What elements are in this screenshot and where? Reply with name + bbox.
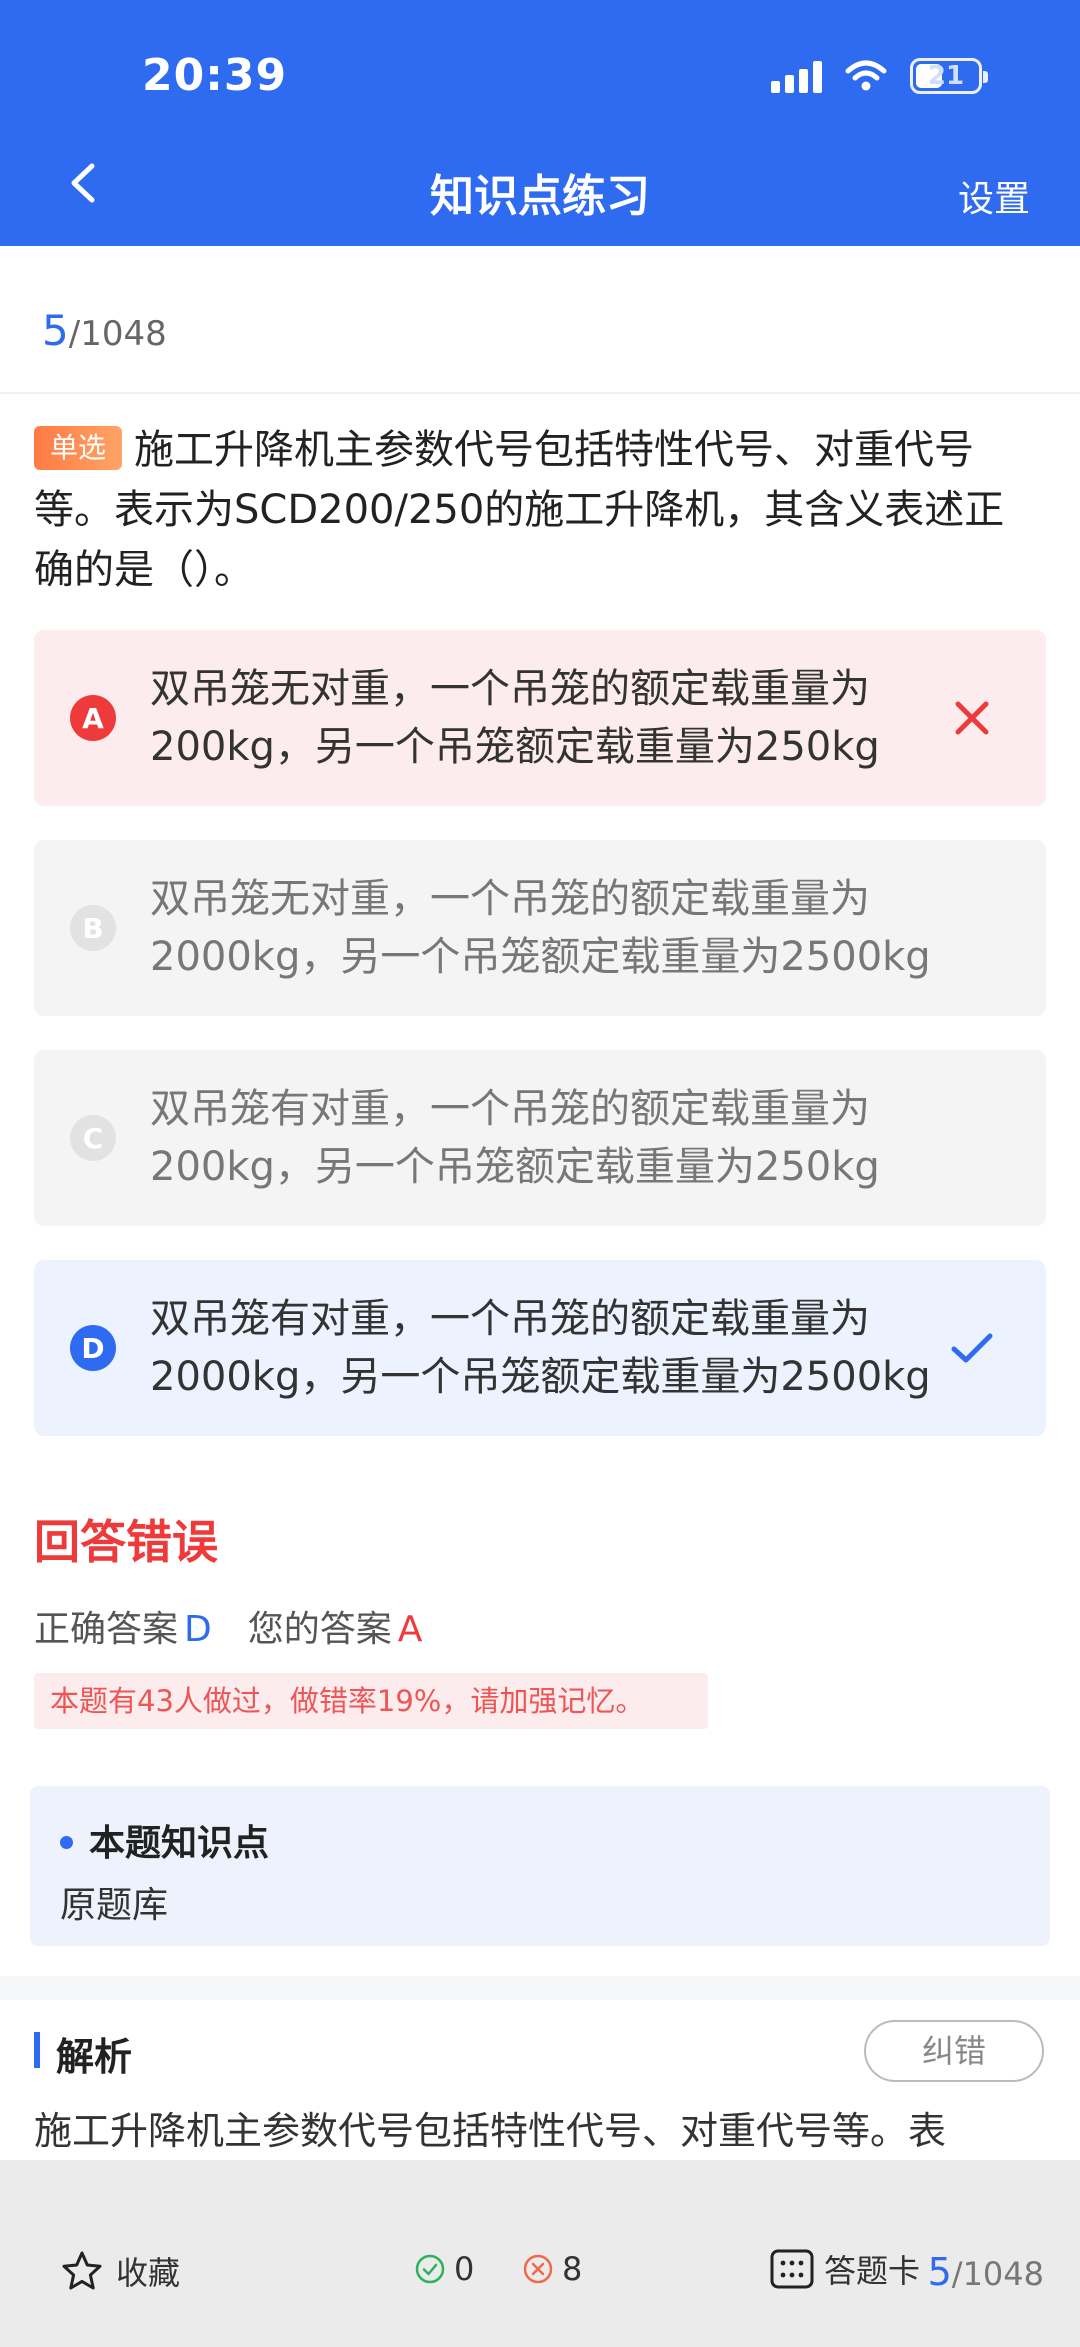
check-icon — [951, 1333, 993, 1363]
option-letter: A — [70, 695, 116, 741]
knowledge-point-box: 本题知识点 原题库 — [30, 1786, 1050, 1946]
result-title: 回答错误 — [34, 1515, 218, 1569]
status-icons: 21 — [771, 58, 988, 94]
wrong-count: 8 — [522, 2250, 582, 2288]
bottom-progress: 5/1048 — [928, 2250, 1044, 2294]
option-text: 双吊笼有对重，一个吊笼的额定载重量为200kg，另一个吊笼额定载重量为250kg — [150, 1086, 880, 1190]
progress-current: 5 — [42, 306, 69, 355]
answer-card-button[interactable]: 答题卡 — [770, 2246, 920, 2292]
analysis-text: 施工升降机主参数代号包括特性代号、对重代号等。表 — [34, 2109, 947, 2153]
knowledge-point-title-text: 本题知识点 — [89, 1823, 270, 1864]
bottom-bar: 收藏 0 8 答题卡 5/1048 — [0, 2160, 1080, 2347]
x-circle-icon — [523, 2254, 553, 2284]
option-letter: D — [70, 1325, 116, 1371]
page-title: 知识点练习 — [430, 171, 650, 222]
question-text: 施工升降机主参数代号包括特性代号、对重代号等。表示为SCD200/250的施工升… — [34, 427, 1005, 593]
check-circle-icon — [415, 2254, 445, 2284]
option-letter: C — [70, 1115, 116, 1161]
option-a[interactable]: A 双吊笼无对重，一个吊笼的额定载重量为200kg，另一个吊笼额定载重量为250… — [34, 630, 1046, 806]
option-letter: B — [70, 905, 116, 951]
your-answer-label: 您的答案 — [247, 1609, 392, 1650]
battery-icon: 21 — [910, 58, 988, 94]
option-d[interactable]: D 双吊笼有对重，一个吊笼的额定载重量为2000kg，另一个吊笼额定载重量为25… — [34, 1260, 1046, 1436]
option-b[interactable]: B 双吊笼无对重，一个吊笼的额定载重量为2000kg，另一个吊笼额定载重量为25… — [34, 840, 1046, 1016]
close-icon — [955, 701, 989, 735]
correct-count-value: 0 — [454, 2250, 475, 2288]
bottom-progress-total: /1048 — [951, 2255, 1044, 2293]
wrong-count-value: 8 — [562, 2250, 583, 2288]
analysis-title: 解析 — [34, 2026, 132, 2081]
bottom-progress-current: 5 — [927, 2250, 952, 2294]
error-rate-hint: 本题有43人做过，做错率19%，请加强记忆。 — [34, 1673, 708, 1729]
header: 20:39 21 知识点练习 设置 — [0, 0, 1080, 246]
section-gap — [0, 1976, 1080, 2000]
knowledge-point-title: 本题知识点 — [60, 1814, 269, 1866]
bullet-icon — [60, 1836, 73, 1849]
progress-total: /1048 — [68, 314, 167, 354]
grid-icon — [770, 2249, 814, 2289]
wifi-icon — [845, 60, 887, 91]
question: 单选 施工升降机主参数代号包括特性代号、对重代号等。表示为SCD200/250的施… — [34, 420, 1044, 600]
answer-summary: 正确答案 D 您的答案 A — [34, 1600, 422, 1652]
question-type-tag: 单选 — [34, 426, 123, 470]
divider — [0, 392, 1080, 394]
question-progress: 5/1048 — [42, 306, 167, 355]
your-answer-value: A — [397, 1609, 423, 1650]
status-time: 20:39 — [142, 50, 288, 101]
favorite-button[interactable]: 收藏 — [60, 2248, 180, 2294]
option-text: 双吊笼无对重，一个吊笼的额定载重量为2000kg，另一个吊笼额定载重量为2500… — [150, 876, 931, 980]
star-icon — [62, 2251, 102, 2290]
signal-icon — [771, 59, 822, 93]
knowledge-point-value: 原题库 — [60, 1885, 169, 1926]
option-text: 双吊笼有对重，一个吊笼的额定载重量为2000kg，另一个吊笼额定载重量为2500… — [150, 1296, 931, 1400]
favorite-label: 收藏 — [116, 2254, 181, 2292]
option-text: 双吊笼无对重，一个吊笼的额定载重量为200kg，另一个吊笼额定载重量为250kg — [150, 666, 880, 770]
correct-answer-label: 正确答案 — [34, 1609, 179, 1650]
battery-level: 21 — [927, 61, 965, 91]
report-error-button[interactable]: 纠错 — [864, 2020, 1044, 2082]
option-c[interactable]: C 双吊笼有对重，一个吊笼的额定载重量为200kg，另一个吊笼额定载重量为250… — [34, 1050, 1046, 1226]
correct-count: 0 — [414, 2250, 474, 2288]
settings-button[interactable]: 设置 — [958, 170, 1030, 222]
answer-card-label: 答题卡 — [824, 2252, 921, 2290]
correct-answer-value: D — [184, 1609, 212, 1650]
